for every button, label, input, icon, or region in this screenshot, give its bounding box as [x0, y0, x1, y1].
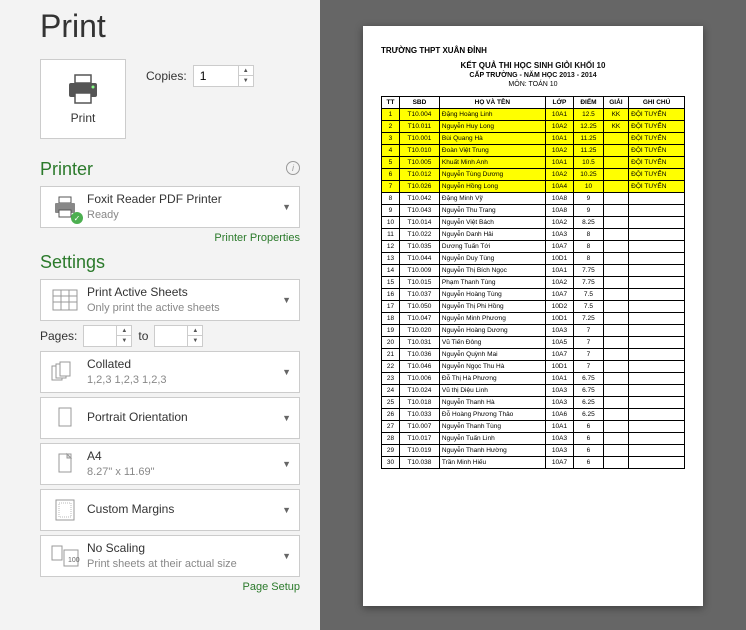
portrait-icon — [49, 403, 81, 433]
printer-name: Foxit Reader PDF Printer — [87, 192, 276, 208]
printer-dropdown[interactable]: Foxit Reader PDF PrinterReady ▼ — [40, 186, 300, 228]
print-what-dropdown[interactable]: Print Active SheetsOnly print the active… — [40, 279, 300, 321]
copies-input[interactable] — [194, 67, 238, 85]
chevron-down-icon: ▼ — [282, 413, 291, 423]
paper-icon — [49, 449, 81, 479]
collate-icon — [49, 357, 81, 387]
margins-icon — [49, 495, 81, 525]
pages-from[interactable]: ▲▼ — [83, 325, 132, 347]
paper-dropdown[interactable]: A48.27" x 11.69" ▼ — [40, 443, 300, 485]
printer-status-icon — [49, 192, 81, 222]
spin-down[interactable]: ▼ — [239, 76, 253, 86]
chevron-down-icon: ▼ — [282, 202, 291, 212]
scaling-icon: 100 — [49, 541, 81, 571]
pages-to[interactable]: ▲▼ — [154, 325, 203, 347]
pages-to-label: to — [138, 329, 148, 343]
chevron-down-icon: ▼ — [282, 367, 291, 377]
pages-label: Pages: — [40, 329, 77, 343]
page-setup-link[interactable]: Page Setup — [40, 581, 300, 593]
print-button[interactable]: Print — [40, 59, 126, 139]
orientation-dropdown[interactable]: Portrait Orientation ▼ — [40, 397, 300, 439]
preview-page: TRƯỜNG THPT XUÂN ĐỈNH KẾT QUẢ THI HỌC SI… — [363, 26, 703, 606]
chevron-down-icon: ▼ — [282, 551, 291, 561]
page-title: Print — [40, 8, 300, 45]
print-button-label: Print — [71, 111, 96, 125]
collate-dropdown[interactable]: Collated1,2,3 1,2,3 1,2,3 ▼ — [40, 351, 300, 393]
printer-icon — [65, 73, 101, 105]
margins-dropdown[interactable]: Custom Margins ▼ — [40, 489, 300, 531]
printer-section-header: Printer — [40, 159, 300, 180]
copies-spinner[interactable]: ▲▼ — [193, 65, 254, 87]
scaling-dropdown[interactable]: 100 No ScalingPrint sheets at their actu… — [40, 535, 300, 577]
printer-status: Ready — [87, 208, 276, 222]
svg-text:100: 100 — [68, 557, 80, 564]
printer-properties-link[interactable]: Printer Properties — [40, 232, 300, 244]
doc-table: TTSBDHỌ VÀ TÊNLỚPĐIỂMGIẢIGHI CHÚ1T10.004… — [381, 96, 685, 469]
doc-school: TRƯỜNG THPT XUÂN ĐỈNH — [381, 46, 685, 55]
info-icon[interactable]: i — [286, 161, 300, 175]
chevron-down-icon: ▼ — [282, 459, 291, 469]
spin-up[interactable]: ▲ — [239, 66, 253, 76]
copies-label: Copies: — [146, 69, 187, 83]
sheets-icon — [49, 285, 81, 315]
preview-pane: TRƯỜNG THPT XUÂN ĐỈNH KẾT QUẢ THI HỌC SI… — [320, 0, 746, 630]
chevron-down-icon: ▼ — [282, 295, 291, 305]
chevron-down-icon: ▼ — [282, 505, 291, 515]
settings-section-header: Settings — [40, 252, 300, 273]
doc-title: KẾT QUẢ THI HỌC SINH GIỎI KHỐI 10 — [381, 61, 685, 70]
